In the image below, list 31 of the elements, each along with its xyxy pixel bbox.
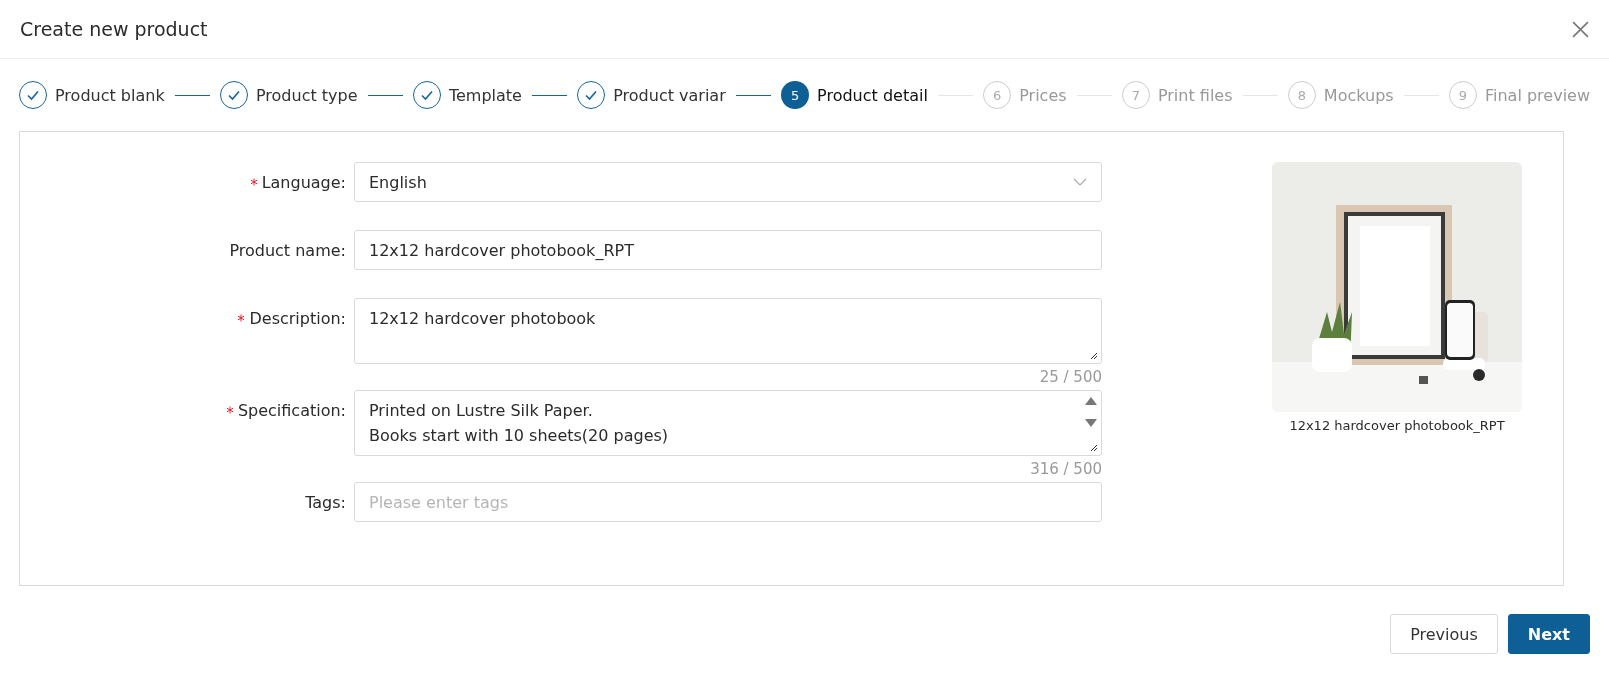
step-number: 5: [781, 81, 810, 109]
language-select[interactable]: English: [354, 162, 1102, 202]
resize-handle-icon[interactable]: [1090, 444, 1098, 452]
step-label: Product blank: [55, 85, 165, 105]
step-label: Product detail: [817, 85, 928, 105]
field-label: Specification:: [237, 400, 346, 420]
field-label: Language:: [261, 172, 346, 192]
scroll-down-icon[interactable]: [1085, 419, 1097, 427]
close-icon[interactable]: [1572, 20, 1589, 38]
dialog-title: Create new product: [20, 18, 208, 40]
text-area[interactable]: Printed on Lustre Silk Paper. Books start with 10 sheets(20 pages): [354, 390, 1102, 456]
field-label: Description:: [249, 308, 346, 328]
field-label: Product name:: [229, 240, 346, 260]
text-area[interactable]: 12x12 hardcover photobook: [354, 298, 1102, 364]
step-label: Print files: [1157, 85, 1233, 105]
step-label: Mockups: [1323, 85, 1394, 105]
step-label: Final preview: [1484, 85, 1590, 105]
step-label: Product variar: [613, 85, 726, 105]
character-counter: 316 / 500: [1030, 460, 1102, 478]
input-field[interactable]: 12x12 hardcover photobook_RPT: [354, 230, 1102, 270]
preview-caption: 12x12 hardcover photobook_RPT: [1289, 418, 1505, 433]
previous-button[interactable]: Previous: [1390, 614, 1498, 654]
chevron-down-icon: [1073, 178, 1087, 186]
next-button[interactable]: Next: [1507, 614, 1590, 654]
step-label: Template: [448, 85, 522, 105]
step-label: Product type: [256, 85, 358, 105]
resize-handle-icon[interactable]: [1090, 352, 1098, 360]
step-label: Prices: [1019, 85, 1067, 105]
field-label: Tags:: [305, 492, 346, 512]
scroll-up-icon[interactable]: [1085, 397, 1097, 405]
character-counter: 25 / 500: [1039, 368, 1102, 386]
